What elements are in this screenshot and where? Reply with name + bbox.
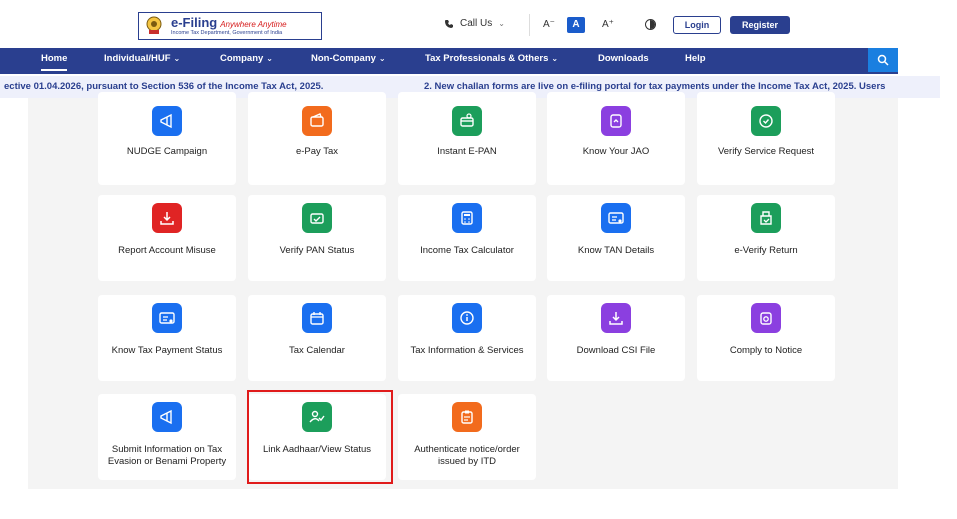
service-card-label: Verify PAN Status	[279, 245, 355, 256]
main-nav: Home Individual/HUF ⌄ Company ⌄ Non-Compan…	[0, 48, 898, 74]
download-icon	[152, 203, 182, 233]
search-button[interactable]	[868, 48, 898, 72]
register-button[interactable]: Register	[730, 16, 790, 34]
service-card-label: Income Tax Calculator	[420, 245, 514, 256]
service-card-know-your-jao[interactable]: Know Your JAO	[547, 92, 685, 185]
logo-subtitle: Income Tax Department, Government of Ind…	[171, 29, 283, 36]
id-card-icon	[601, 203, 631, 233]
service-card-e-verify-return[interactable]: e-Verify Return	[697, 195, 835, 281]
call-us-dropdown[interactable]: Call Us ⌄	[444, 18, 505, 29]
clipboard-icon	[452, 402, 482, 432]
wallet-icon	[302, 106, 332, 136]
chevron-down-icon: ⌄	[266, 54, 273, 63]
chevron-down-icon: ⌄	[378, 54, 386, 63]
chevron-down-icon: ⌄	[498, 19, 505, 28]
service-card-label: Download CSI File	[576, 345, 656, 356]
megaphone-icon	[152, 106, 182, 136]
chevron-down-icon: ⌄	[551, 54, 559, 63]
nav-company[interactable]: Company ⌄	[220, 48, 273, 74]
call-us-label: Call Us	[460, 18, 493, 29]
service-card-authenticate-notice-order-issued-by-itd[interactable]: Authenticate notice/order issued by ITD	[398, 394, 536, 480]
service-card-income-tax-calculator[interactable]: Income Tax Calculator	[398, 195, 536, 281]
nav-home-label: Home	[41, 53, 68, 64]
info-icon	[452, 303, 482, 333]
service-card-know-tan-details[interactable]: Know TAN Details	[547, 195, 685, 281]
service-card-label: Instant E-PAN	[437, 146, 497, 157]
search-icon	[877, 54, 889, 66]
service-card-label: Tax Information & Services	[410, 345, 524, 356]
id-check-icon	[302, 203, 332, 233]
service-card-tax-information-services[interactable]: Tax Information & Services	[398, 295, 536, 381]
service-card-label: Submit Information on Tax Evasion or Ben…	[107, 444, 227, 467]
nav-downloads-label: Downloads	[598, 53, 649, 64]
nav-tax-professionals-label: Tax Professionals & Others	[425, 53, 549, 64]
download-icon	[601, 303, 631, 333]
service-card-label: Comply to Notice	[729, 345, 803, 356]
nav-help[interactable]: Help	[685, 48, 706, 74]
nav-home[interactable]: Home	[41, 51, 68, 71]
verify-doc-icon	[751, 203, 781, 233]
decrease-font-button[interactable]: A⁻	[542, 17, 556, 33]
service-card-download-csi-file[interactable]: Download CSI File	[547, 295, 685, 381]
megaphone-icon	[152, 402, 182, 432]
service-card-label: Know Tax Payment Status	[111, 345, 223, 356]
service-card-nudge-campaign[interactable]: NUDGE Campaign	[98, 92, 236, 185]
ticker-item[interactable]: ective 01.04.2026, pursuant to Section 5…	[4, 81, 323, 92]
nav-tax-professionals[interactable]: Tax Professionals & Others ⌄	[425, 48, 558, 74]
card-icon	[452, 106, 482, 136]
phone-icon	[445, 19, 453, 28]
service-card-label: Authenticate notice/order issued by ITD	[414, 444, 520, 467]
service-card-instant-e-pan[interactable]: Instant E-PAN	[398, 92, 536, 185]
id-card-icon	[152, 303, 182, 333]
service-card-label: e-Pay Tax	[295, 146, 339, 157]
top-header: e-Filing Anywhere Anytime Income Tax Depa…	[0, 0, 957, 48]
service-card-label: Report Account Misuse	[118, 245, 216, 256]
calculator-icon	[452, 203, 482, 233]
selection-highlight	[247, 390, 393, 484]
login-button[interactable]: Login	[673, 16, 721, 34]
service-card-e-pay-tax[interactable]: e-Pay Tax	[248, 92, 386, 185]
service-card-label: Verify Service Request	[717, 146, 815, 157]
service-card-report-account-misuse[interactable]: Report Account Misuse	[98, 195, 236, 281]
document-icon	[601, 106, 631, 136]
service-card-comply-to-notice[interactable]: Comply to Notice	[697, 295, 835, 381]
service-card-verify-pan-status[interactable]: Verify PAN Status	[248, 195, 386, 281]
service-card-submit-information-on-tax-evasion-or-benami-property[interactable]: Submit Information on Tax Evasion or Ben…	[98, 394, 236, 480]
notice-icon	[751, 303, 781, 333]
logo-title: e-Filing	[171, 14, 218, 30]
service-card-label: Know TAN Details	[577, 245, 655, 256]
service-card-label: Tax Calendar	[289, 345, 345, 356]
service-card-label: Know Your JAO	[582, 146, 650, 157]
chat-check-icon	[751, 106, 781, 136]
calendar-icon	[302, 303, 332, 333]
nav-downloads[interactable]: Downloads	[598, 48, 649, 74]
increase-font-button[interactable]: A⁺	[601, 17, 615, 33]
nav-non-company-label: Non-Company	[311, 53, 376, 64]
service-card-verify-service-request[interactable]: Verify Service Request	[697, 92, 835, 185]
nav-individual-label: Individual/HUF	[104, 53, 171, 64]
logo-tagline: Anywhere Anytime	[220, 19, 287, 29]
nav-company-label: Company	[220, 53, 264, 64]
nav-help-label: Help	[685, 53, 706, 64]
service-card-tax-calendar[interactable]: Tax Calendar	[248, 295, 386, 381]
normal-font-button[interactable]: A	[567, 17, 585, 33]
chevron-down-icon: ⌄	[173, 54, 181, 63]
service-card-label: NUDGE Campaign	[126, 146, 208, 157]
efiling-logo[interactable]: e-Filing Anywhere Anytime Income Tax Depa…	[138, 12, 322, 40]
service-card-know-tax-payment-status[interactable]: Know Tax Payment Status	[98, 295, 236, 381]
ticker-item[interactable]: 2. New challan forms are live on e-filin…	[424, 81, 885, 92]
nav-individual-huf[interactable]: Individual/HUF ⌄	[104, 48, 180, 74]
nav-non-company[interactable]: Non-Company ⌄	[311, 48, 386, 74]
service-card-label: e-Verify Return	[734, 245, 798, 256]
header-divider	[529, 14, 530, 36]
emblem-icon	[139, 13, 169, 39]
contrast-toggle-icon[interactable]	[645, 19, 656, 30]
